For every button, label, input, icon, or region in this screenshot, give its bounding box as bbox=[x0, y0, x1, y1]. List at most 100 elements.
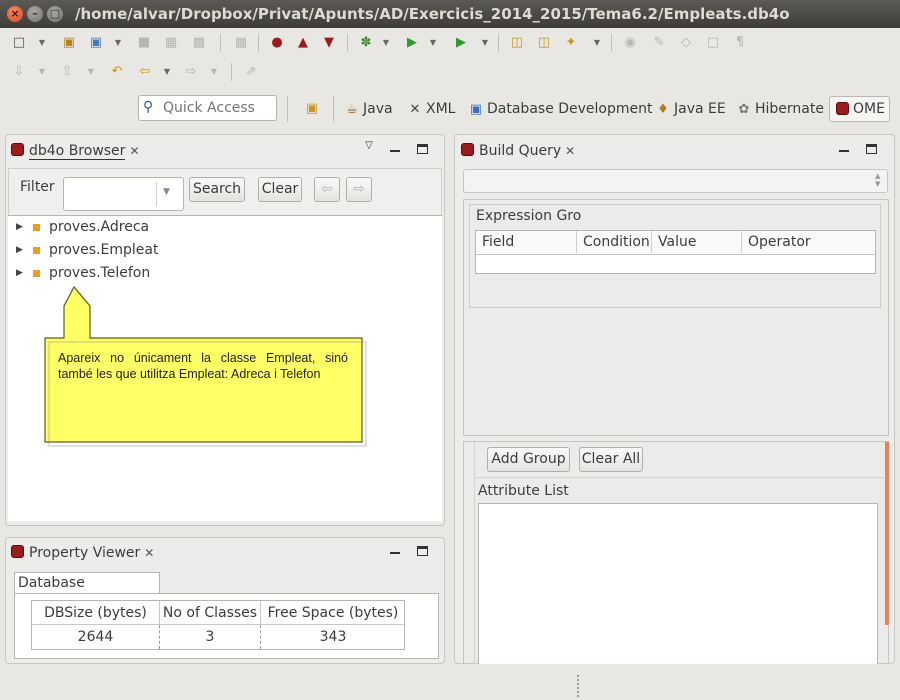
new-project-icon[interactable]: ▣ bbox=[60, 34, 78, 52]
block-icon[interactable]: □ bbox=[704, 34, 722, 52]
prev-annotation-dropdown-icon[interactable]: ▼ bbox=[86, 63, 96, 81]
new-icon[interactable]: □ bbox=[10, 34, 28, 52]
db-disconnect-icon[interactable]: ▼ bbox=[320, 34, 338, 52]
filter-combo[interactable]: ▼ bbox=[63, 177, 184, 211]
search-button[interactable]: Search bbox=[189, 177, 245, 202]
open-perspective-icon[interactable]: ▣ bbox=[303, 100, 321, 118]
tab-database-properties[interactable]: Database properties bbox=[14, 572, 160, 611]
expression-table: Field Condition Value Operator bbox=[475, 230, 876, 274]
db-connect-icon[interactable]: ▲ bbox=[294, 34, 312, 52]
property-viewer-panel: Property Viewer✕ Database properties DBS… bbox=[5, 537, 445, 664]
new-class-icon[interactable]: ▣ bbox=[87, 34, 105, 52]
column-header-operator: Operator bbox=[742, 231, 875, 253]
class-icon bbox=[33, 247, 40, 254]
clear-button[interactable]: Clear bbox=[258, 177, 302, 202]
toolbar-separator bbox=[258, 34, 259, 52]
window-close-button[interactable]: × bbox=[7, 6, 23, 22]
expand-arrow-icon[interactable]: ▶ bbox=[16, 216, 23, 238]
clear-all-button[interactable]: Clear All bbox=[579, 447, 643, 472]
pin-icon[interactable]: ⇗ bbox=[242, 63, 260, 81]
close-tab-icon[interactable]: ✕ bbox=[565, 144, 575, 158]
wand-icon[interactable]: ✦ bbox=[562, 34, 580, 52]
new-dropdown-icon[interactable]: ▼ bbox=[37, 34, 47, 52]
debug-dropdown-icon[interactable]: ▼ bbox=[381, 34, 391, 52]
run-external-dropdown-icon[interactable]: ▼ bbox=[480, 34, 490, 52]
maximize-icon[interactable] bbox=[417, 144, 428, 154]
minimize-icon[interactable] bbox=[390, 552, 400, 554]
back-dropdown-icon[interactable]: ▼ bbox=[162, 63, 172, 81]
expand-arrow-icon[interactable]: ▶ bbox=[16, 262, 23, 284]
maximize-icon[interactable] bbox=[417, 546, 428, 556]
open-folder-icon[interactable]: ◫ bbox=[508, 34, 526, 52]
open-file-icon[interactable]: ◫ bbox=[535, 34, 553, 52]
tab-property-viewer[interactable]: Property Viewer ✕ bbox=[11, 539, 154, 567]
query-selector[interactable]: ▲ ▼ bbox=[463, 169, 888, 193]
perspective-java[interactable]: ☕ Java bbox=[345, 98, 392, 120]
terminal-icon[interactable]: ▦ bbox=[232, 34, 250, 52]
title-bar: × – □ /home/alvar/Dropbox/Privat/Apunts/… bbox=[0, 0, 900, 28]
toolbar-separator bbox=[231, 63, 232, 81]
navigation-toolbar: ⇩ ▼ ⇧ ▼ ↶ ⇦ ▼ ⇨ ▼ ⇗ bbox=[0, 60, 300, 86]
last-edit-icon[interactable]: ↶ bbox=[108, 63, 126, 81]
new-class-dropdown-icon[interactable]: ▼ bbox=[113, 34, 123, 52]
expand-arrow-icon[interactable]: ▶ bbox=[16, 239, 23, 261]
view-menu-icon[interactable]: ▽ bbox=[362, 140, 376, 151]
prev-annotation-icon[interactable]: ⇧ bbox=[58, 63, 76, 81]
run-dropdown-icon[interactable]: ▼ bbox=[428, 34, 438, 52]
column-header-no-of-classes: No of Classes bbox=[160, 601, 261, 625]
class-icon bbox=[33, 224, 40, 231]
maximize-icon: □ bbox=[49, 7, 61, 20]
run-icon[interactable]: ▶ bbox=[403, 34, 421, 52]
filter-label: Filter bbox=[20, 179, 55, 195]
debug-icon[interactable]: ✽ bbox=[357, 34, 375, 52]
cell-dbsize: 2644 bbox=[32, 625, 160, 649]
perspective-ome[interactable]: OME bbox=[829, 96, 890, 122]
ome-icon bbox=[836, 102, 849, 115]
marker-icon[interactable]: ✎ bbox=[650, 34, 668, 52]
print-icon[interactable]: ▩ bbox=[190, 34, 208, 52]
close-tab-icon[interactable]: ✕ bbox=[129, 144, 139, 158]
save-all-icon[interactable]: ▦ bbox=[162, 34, 180, 52]
quick-access-input[interactable] bbox=[161, 98, 271, 118]
forward-icon[interactable]: ⇨ bbox=[182, 63, 200, 81]
back-icon[interactable]: ⇦ bbox=[136, 63, 154, 81]
header-divider bbox=[476, 254, 875, 255]
expression-area: Expression Gro Field Condition Value Ope… bbox=[463, 199, 889, 436]
next-annotation-dropdown-icon[interactable]: ▼ bbox=[37, 63, 47, 81]
combo-divider bbox=[156, 182, 157, 206]
db4o-icon bbox=[461, 143, 474, 156]
pilcrow-icon[interactable]: ¶ bbox=[731, 34, 749, 52]
perspective-database-development[interactable]: ▣ Database Development bbox=[469, 98, 653, 120]
next-annotation-icon[interactable]: ⇩ bbox=[10, 63, 28, 81]
attribute-area: Add Group Clear All Attribute List bbox=[463, 441, 889, 664]
accent-bar bbox=[885, 442, 889, 625]
callout-text: Apareix no únicament la classe Empleat, … bbox=[58, 351, 348, 381]
attribute-separator bbox=[474, 477, 884, 478]
close-tab-icon[interactable]: ✕ bbox=[144, 546, 154, 560]
quick-access-field[interactable]: ⚲ bbox=[138, 95, 277, 121]
forward-dropdown-icon[interactable]: ▼ bbox=[209, 63, 219, 81]
toolbar-separator bbox=[498, 34, 499, 52]
highlight-icon[interactable]: ◇ bbox=[677, 34, 695, 52]
tab-db4o-browser[interactable]: db4o Browser ✕ bbox=[11, 137, 140, 165]
add-group-button[interactable]: Add Group bbox=[487, 447, 570, 472]
perspective-java-ee[interactable]: ♦ Java EE bbox=[656, 98, 726, 120]
window-maximize-button[interactable]: □ bbox=[47, 6, 63, 22]
attribute-list[interactable] bbox=[478, 503, 878, 664]
wand-dropdown-icon[interactable]: ▼ bbox=[592, 34, 602, 52]
perspective-xml[interactable]: ✕ XML bbox=[408, 98, 456, 120]
forward-button[interactable]: ⇨ bbox=[346, 177, 372, 202]
perspective-hibernate[interactable]: ✿ Hibernate bbox=[737, 98, 824, 120]
minimize-icon[interactable] bbox=[390, 150, 400, 152]
toggle-icon[interactable]: ◉ bbox=[621, 34, 639, 52]
class-icon bbox=[33, 270, 40, 277]
window-minimize-button[interactable]: – bbox=[27, 6, 43, 22]
save-icon[interactable]: ■ bbox=[135, 34, 153, 52]
tab-build-query[interactable]: Build Query ✕ bbox=[461, 137, 575, 165]
run-external-icon[interactable]: ▶ bbox=[452, 34, 470, 52]
maximize-icon[interactable] bbox=[866, 144, 877, 154]
db-stop-icon[interactable]: ● bbox=[268, 34, 286, 52]
back-button[interactable]: ⇦ bbox=[314, 177, 340, 202]
sash-handle[interactable] bbox=[577, 675, 579, 697]
minimize-icon[interactable] bbox=[839, 150, 849, 152]
